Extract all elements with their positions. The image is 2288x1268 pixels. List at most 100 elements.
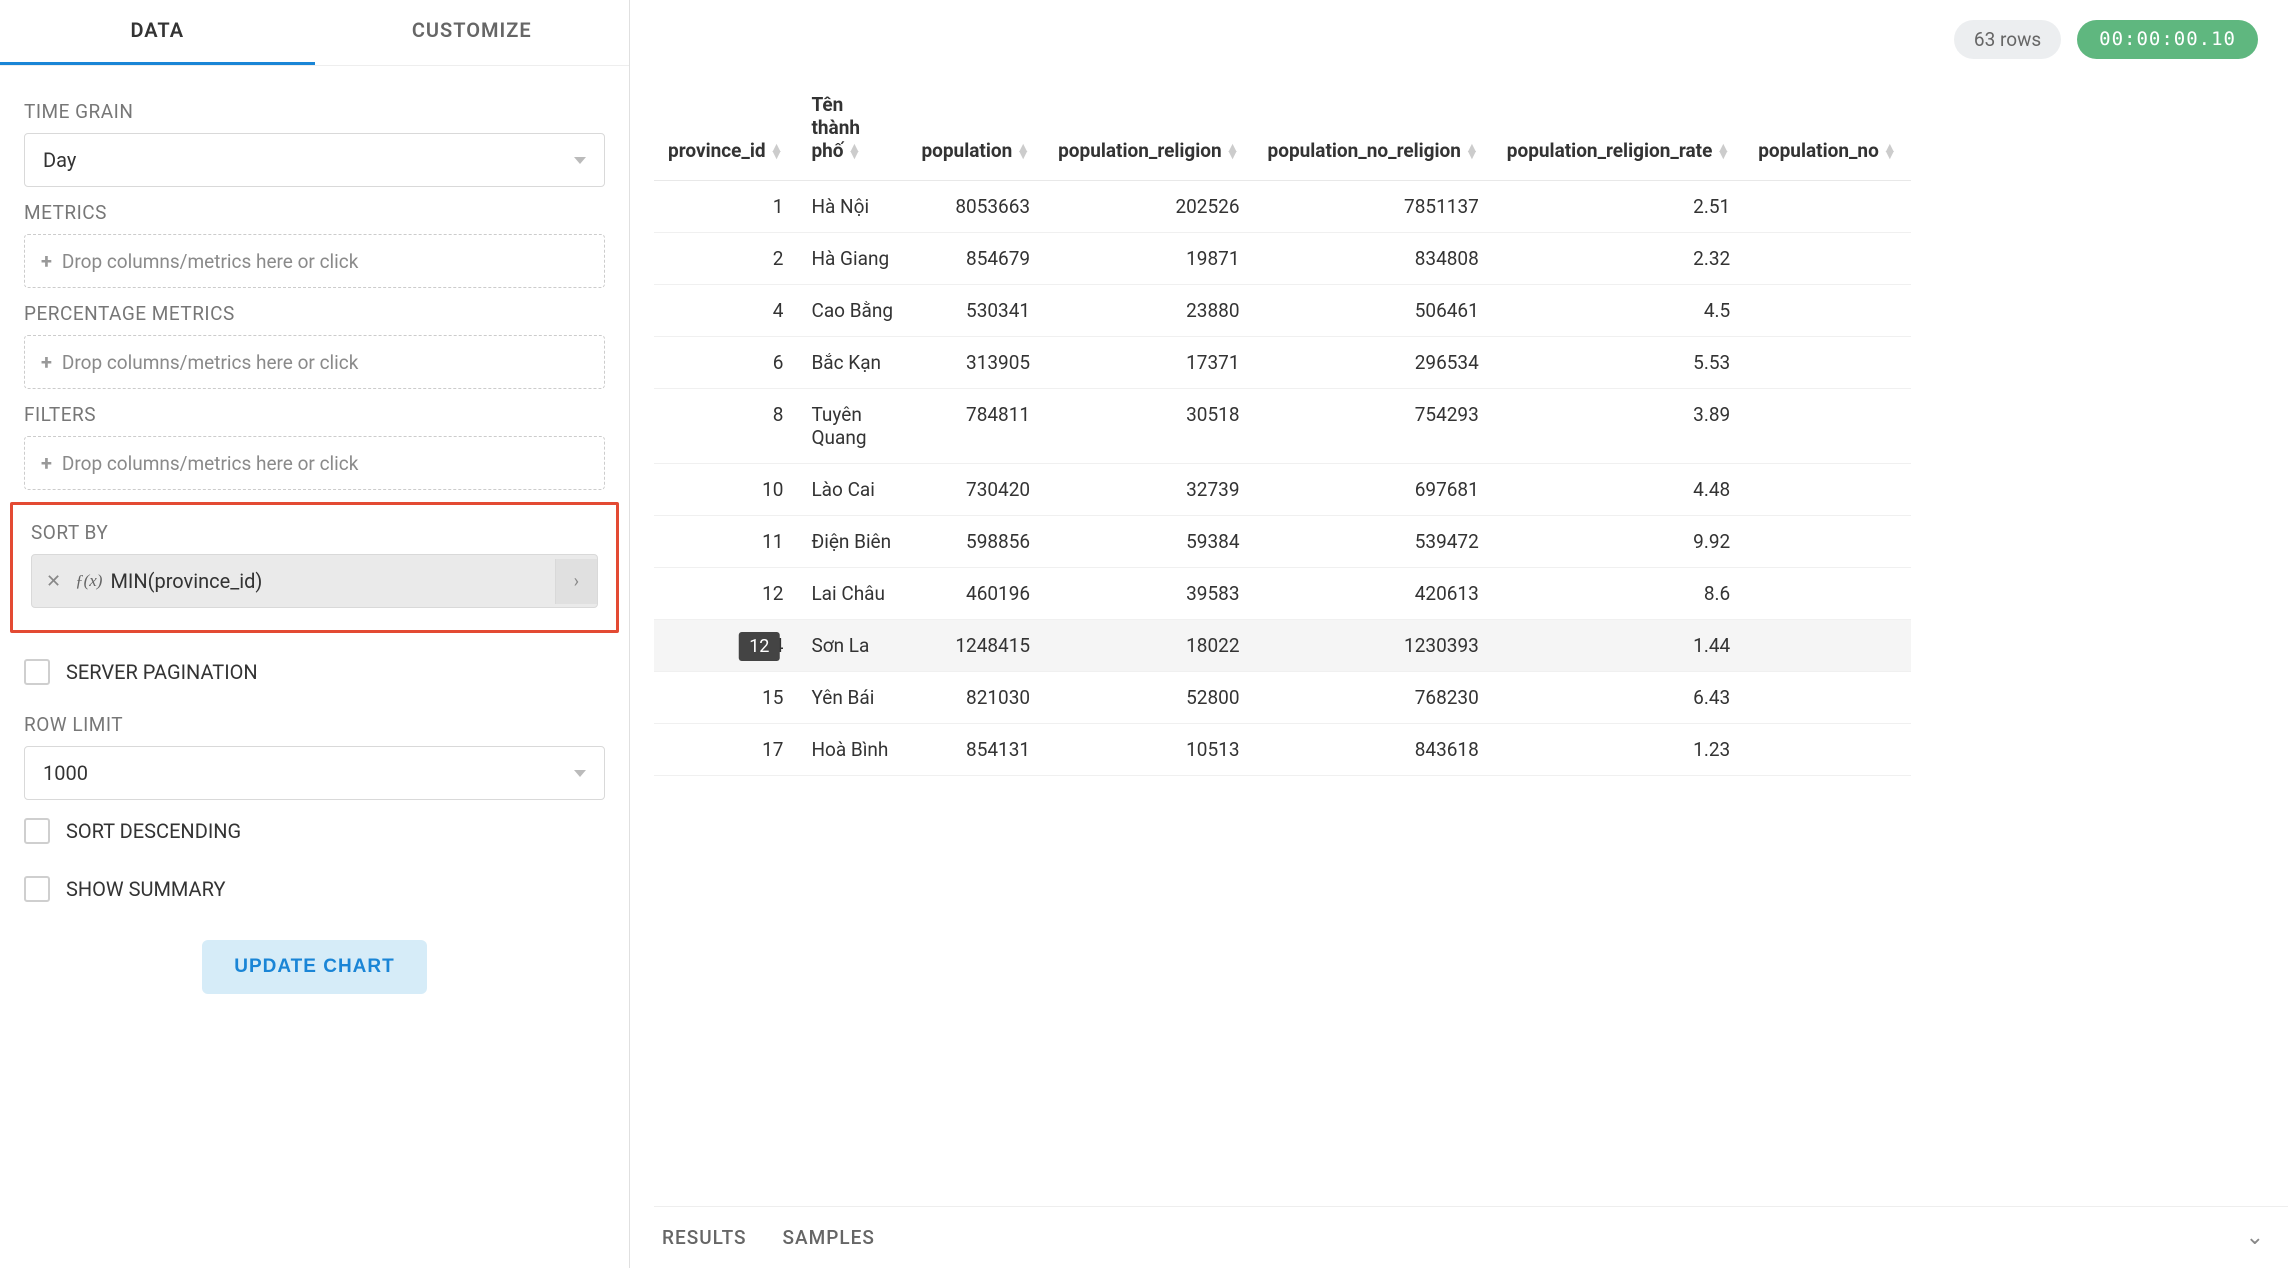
cell-population_religion_rate: 6.43 bbox=[1493, 672, 1744, 724]
table-row[interactable]: 2Hà Giang854679198718348082.32 bbox=[654, 233, 1911, 285]
table-row[interactable]: 17Hoà Bình854131105138436181.23 bbox=[654, 724, 1911, 776]
row-limit-value: 1000 bbox=[43, 761, 88, 785]
remove-sort-icon[interactable]: ✕ bbox=[32, 559, 75, 604]
metrics-label: METRICS bbox=[24, 201, 613, 224]
table-row[interactable]: 6Bắc Kạn313905173712965345.53 bbox=[654, 337, 1911, 389]
cell-province_id: 1412 bbox=[654, 620, 797, 672]
cell-population_no_religion: 539472 bbox=[1254, 516, 1493, 568]
cell-population_religion_rate: 4.5 bbox=[1493, 285, 1744, 337]
cell-population_no bbox=[1744, 724, 1910, 776]
cell-province_id: 12 bbox=[654, 568, 797, 620]
cell-population_religion: 52800 bbox=[1044, 672, 1253, 724]
cell-population_religion: 202526 bbox=[1044, 181, 1253, 233]
server-pagination-label: SERVER PAGINATION bbox=[66, 660, 258, 684]
table-row[interactable]: 1Hà Nội805366320252678511372.51 bbox=[654, 181, 1911, 233]
cell-population_no_religion: 834808 bbox=[1254, 233, 1493, 285]
metrics-dropzone[interactable]: + Drop columns/metrics here or click bbox=[24, 234, 605, 288]
sort-caret-icon: ▲▼ bbox=[1716, 145, 1730, 159]
percentage-metrics-label: PERCENTAGE METRICS bbox=[24, 302, 613, 325]
cell-population_no bbox=[1744, 568, 1910, 620]
row-limit-select[interactable]: 1000 bbox=[24, 746, 605, 800]
cell-population_religion_rate: 5.53 bbox=[1493, 337, 1744, 389]
cell-city: Điện Biên bbox=[797, 516, 907, 568]
cell-population_religion_rate: 2.32 bbox=[1493, 233, 1744, 285]
cell-city: Lai Châu bbox=[797, 568, 907, 620]
sort-descending-checkbox[interactable] bbox=[24, 818, 50, 844]
table-row[interactable]: 8Tuyên Quang784811305187542933.89 bbox=[654, 389, 1911, 464]
table-row[interactable]: 1412Sơn La12484151802212303931.44 bbox=[654, 620, 1911, 672]
cell-city: Bắc Kạn bbox=[797, 337, 907, 389]
cell-population_no bbox=[1744, 337, 1910, 389]
cell-population_religion: 10513 bbox=[1044, 724, 1253, 776]
tab-results[interactable]: RESULTS bbox=[662, 1226, 747, 1249]
cell-province_id: 8 bbox=[654, 389, 797, 464]
show-summary-checkbox[interactable] bbox=[24, 876, 50, 902]
cell-city: Hoà Bình bbox=[797, 724, 907, 776]
cell-population_religion_rate: 2.51 bbox=[1493, 181, 1744, 233]
column-header-population_religion[interactable]: population_religion▲▼ bbox=[1044, 79, 1253, 181]
cell-population_religion_rate: 3.89 bbox=[1493, 389, 1744, 464]
column-header-city[interactable]: Tên thành phố▲▼ bbox=[797, 79, 907, 181]
cell-population: 313905 bbox=[907, 337, 1044, 389]
cell-city: Sơn La bbox=[797, 620, 907, 672]
fx-icon: ƒ(x) bbox=[75, 571, 102, 591]
sort-caret-icon: ▲▼ bbox=[848, 145, 862, 159]
cell-population: 821030 bbox=[907, 672, 1044, 724]
cell-population_no bbox=[1744, 672, 1910, 724]
cell-province_id: 17 bbox=[654, 724, 797, 776]
chevron-down-icon[interactable]: ⌄ bbox=[2246, 1225, 2264, 1250]
sort-caret-icon: ▲▼ bbox=[1016, 145, 1030, 159]
percentage-metrics-placeholder: Drop columns/metrics here or click bbox=[62, 351, 358, 374]
percentage-metrics-dropzone[interactable]: + Drop columns/metrics here or click bbox=[24, 335, 605, 389]
cell-population: 530341 bbox=[907, 285, 1044, 337]
table-row[interactable]: 12Lai Châu460196395834206138.6 bbox=[654, 568, 1911, 620]
tab-customize[interactable]: CUSTOMIZE bbox=[315, 0, 630, 65]
table-row[interactable]: 10Lào Cai730420327396976814.48 bbox=[654, 464, 1911, 516]
cell-province_id: 10 bbox=[654, 464, 797, 516]
cell-province_id: 15 bbox=[654, 672, 797, 724]
cell-population_no bbox=[1744, 285, 1910, 337]
cell-province_id: 1 bbox=[654, 181, 797, 233]
sort-by-pill[interactable]: ✕ ƒ(x) MIN(province_id) › bbox=[31, 554, 598, 608]
chevron-right-icon[interactable]: › bbox=[555, 559, 597, 604]
data-table: province_id▲▼Tên thành phố▲▼population▲▼… bbox=[654, 79, 1911, 776]
filters-label: FILTERS bbox=[24, 403, 613, 426]
chevron-down-icon bbox=[574, 770, 586, 777]
cell-population_no_religion: 697681 bbox=[1254, 464, 1493, 516]
cell-city: Lào Cai bbox=[797, 464, 907, 516]
cell-population_no bbox=[1744, 233, 1910, 285]
cell-population_no bbox=[1744, 620, 1910, 672]
tab-data[interactable]: DATA bbox=[0, 0, 315, 65]
cell-population_religion_rate: 1.23 bbox=[1493, 724, 1744, 776]
cell-population_no_religion: 7851137 bbox=[1254, 181, 1493, 233]
metrics-placeholder: Drop columns/metrics here or click bbox=[62, 250, 358, 273]
table-row[interactable]: 15Yên Bái821030528007682306.43 bbox=[654, 672, 1911, 724]
cell-city: Yên Bái bbox=[797, 672, 907, 724]
cell-population: 730420 bbox=[907, 464, 1044, 516]
table-scroll[interactable]: province_id▲▼Tên thành phố▲▼population▲▼… bbox=[654, 79, 2288, 1206]
server-pagination-checkbox[interactable] bbox=[24, 659, 50, 685]
update-chart-button[interactable]: UPDATE CHART bbox=[202, 940, 426, 994]
rows-count-pill: 63 rows bbox=[1954, 20, 2061, 59]
table-row[interactable]: 11Điện Biên598856593845394729.92 bbox=[654, 516, 1911, 568]
filters-dropzone[interactable]: + Drop columns/metrics here or click bbox=[24, 436, 605, 490]
sort-caret-icon: ▲▼ bbox=[1465, 145, 1479, 159]
cell-population_no bbox=[1744, 181, 1910, 233]
column-header-population_no[interactable]: population_no▲▼ bbox=[1744, 79, 1910, 181]
table-row[interactable]: 4Cao Bằng530341238805064614.5 bbox=[654, 285, 1911, 337]
column-header-population[interactable]: population▲▼ bbox=[907, 79, 1044, 181]
column-header-population_religion_rate[interactable]: population_religion_rate▲▼ bbox=[1493, 79, 1744, 181]
sort-caret-icon: ▲▼ bbox=[1883, 145, 1897, 159]
sort-caret-icon: ▲▼ bbox=[770, 145, 784, 159]
cell-population_religion_rate: 4.48 bbox=[1493, 464, 1744, 516]
plus-icon: + bbox=[41, 451, 52, 475]
sort-by-label: SORT BY bbox=[31, 521, 606, 544]
time-grain-select[interactable]: Day bbox=[24, 133, 605, 187]
cell-province_id: 4 bbox=[654, 285, 797, 337]
column-header-province_id[interactable]: province_id▲▼ bbox=[654, 79, 797, 181]
cell-population_religion: 59384 bbox=[1044, 516, 1253, 568]
cell-province_id: 11 bbox=[654, 516, 797, 568]
column-header-population_no_religion[interactable]: population_no_religion▲▼ bbox=[1254, 79, 1493, 181]
tab-samples[interactable]: SAMPLES bbox=[783, 1226, 875, 1249]
cell-population_religion_rate: 8.6 bbox=[1493, 568, 1744, 620]
